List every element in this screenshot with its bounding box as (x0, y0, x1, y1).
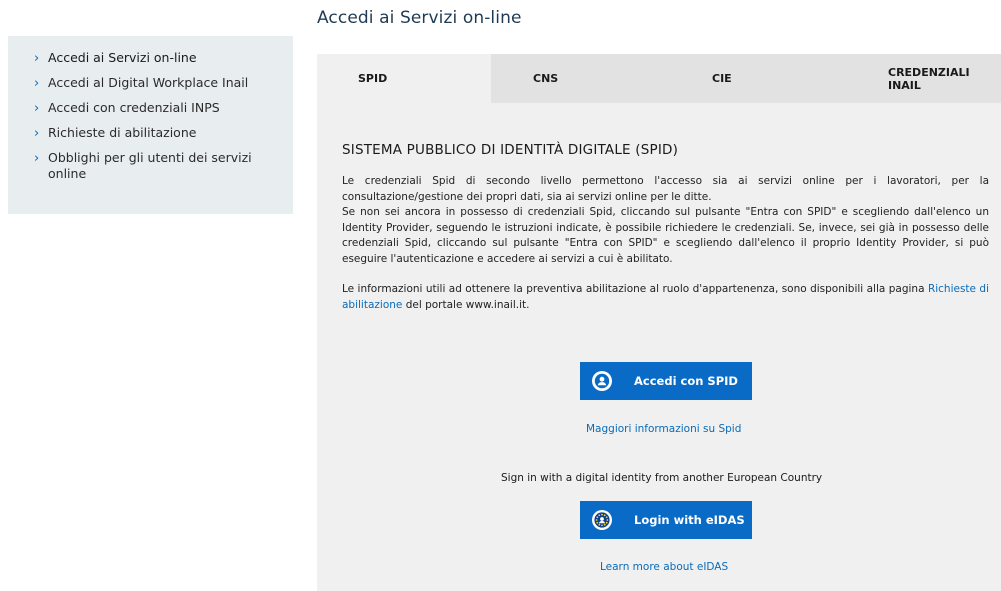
sidebar-item-credenziali-inps[interactable]: › Accedi con credenziali INPS (34, 100, 275, 117)
sidebar-item-label: Obblighi per gli utenti dei servizi onli… (48, 150, 252, 181)
login-eidas-button[interactable]: Login with eIDAS (580, 501, 752, 539)
eidas-note: Sign in with a digital identity from ano… (501, 472, 823, 484)
sidebar-item-label: Accedi ai Servizi on-line (48, 50, 197, 65)
spid-tab-content: SISTEMA PUBBLICO DI IDENTITÀ DIGITALE (S… (317, 142, 1001, 313)
sidebar-item-richieste-abilitazione[interactable]: › Richieste di abilitazione (34, 125, 275, 142)
chevron-right-icon: › (34, 126, 40, 141)
spid-instructions: Se non sei ancora in possesso di credenz… (342, 206, 989, 265)
abilitazione-info-text: Le informazioni utili ad ottenere la pre… (342, 283, 928, 295)
tab-spid[interactable]: SPID (317, 54, 491, 103)
spid-more-info-link[interactable]: Maggiori informazioni su Spid (586, 423, 741, 435)
login-panel: SPID CNS CIE CREDENZIALI INAIL SISTEMA P… (317, 54, 1001, 591)
spid-description: Le credenziali Spid di secondo livello p… (342, 175, 989, 203)
sidebar-nav: › Accedi ai Servizi on-line › Accedi al … (8, 36, 293, 214)
section-title: SISTEMA PUBBLICO DI IDENTITÀ DIGITALE (S… (342, 142, 679, 158)
sidebar-item-servizi-online[interactable]: › Accedi ai Servizi on-line (34, 50, 275, 67)
sidebar-item-label: Richieste di abilitazione (48, 125, 197, 140)
abilitazione-info: Le informazioni utili ad ottenere la pre… (342, 282, 989, 313)
user-icon (592, 371, 612, 391)
page-title: Accedi ai Servizi on-line (317, 8, 522, 28)
sidebar-item-digital-workplace[interactable]: › Accedi al Digital Workplace Inail (34, 75, 275, 92)
sidebar-item-label: Accedi al Digital Workplace Inail (48, 75, 249, 90)
chevron-right-icon: › (34, 101, 40, 116)
login-tabs: SPID CNS CIE CREDENZIALI INAIL (317, 54, 1001, 103)
tab-cns[interactable]: CNS (491, 54, 661, 103)
tab-credenziali-inail[interactable]: CREDENZIALI INAIL (841, 54, 1001, 103)
sidebar-item-obblighi[interactable]: › Obblighi per gli utenti dei servizi on… (34, 150, 275, 182)
eu-stars-icon (592, 510, 612, 530)
sidebar-item-label: Accedi con credenziali INPS (48, 100, 220, 115)
tab-cie[interactable]: CIE (661, 54, 841, 103)
chevron-right-icon: › (34, 76, 40, 91)
chevron-right-icon: › (34, 51, 40, 66)
accedi-spid-button[interactable]: Accedi con SPID (580, 362, 752, 400)
eidas-more-info-link[interactable]: Learn more about eIDAS (600, 561, 728, 573)
chevron-right-icon: › (34, 151, 40, 166)
login-eidas-label: Login with eIDAS (634, 513, 745, 527)
accedi-spid-label: Accedi con SPID (634, 374, 738, 388)
abilitazione-info-suffix: del portale www.inail.it. (402, 298, 530, 311)
